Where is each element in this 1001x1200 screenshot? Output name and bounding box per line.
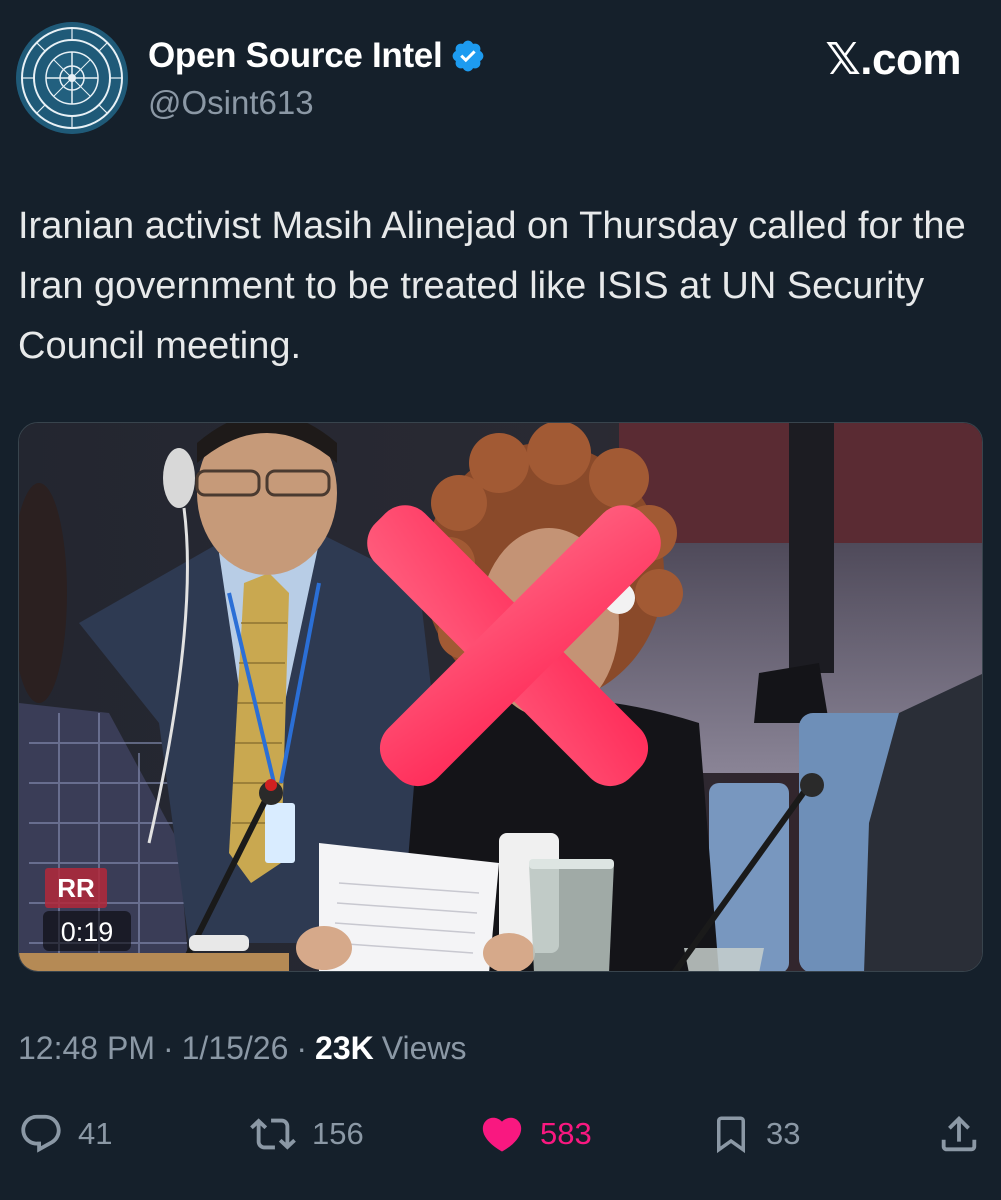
brand-logo: 𝕏.com — [825, 35, 961, 84]
video-duration: 0:19 — [61, 917, 114, 947]
author-avatar[interactable] — [16, 22, 128, 134]
video-thumbnail: RR 0:19 — [19, 423, 982, 971]
post-date[interactable]: 1/15/26 — [182, 1030, 289, 1067]
reply-button[interactable]: 41 — [18, 1106, 112, 1162]
meta-separator: · — [162, 1030, 174, 1066]
like-button[interactable]: 583 — [478, 1106, 592, 1162]
bookmark-button[interactable]: 33 — [710, 1106, 800, 1162]
heart-icon — [482, 1117, 522, 1152]
osint-logo-icon — [16, 22, 128, 134]
like-count: 583 — [540, 1116, 592, 1151]
repost-count: 156 — [312, 1116, 364, 1151]
author-name-row[interactable]: Open Source Intel — [148, 36, 486, 76]
repost-button[interactable]: 156 — [248, 1106, 364, 1162]
meta-separator: · — [296, 1030, 308, 1066]
reply-icon — [21, 1114, 61, 1153]
bookmark-icon — [717, 1116, 745, 1154]
post-video[interactable]: RR 0:19 — [18, 422, 983, 972]
author-display-name[interactable]: Open Source Intel — [148, 36, 443, 76]
post-time[interactable]: 12:48 PM — [18, 1030, 155, 1067]
video-watermark: RR — [45, 868, 107, 908]
watermark-text: RR — [57, 873, 95, 903]
author-handle[interactable]: @Osint613 — [148, 84, 314, 122]
bookmark-count: 33 — [766, 1116, 801, 1151]
post-text: Iranian activist Masih Alinejad on Thurs… — [18, 205, 966, 367]
action-bar: 41 156 583 33 — [0, 1106, 1001, 1162]
share-icon — [941, 1115, 977, 1152]
post-meta: 12:48 PM · 1/15/26 · 23K Views — [18, 1030, 467, 1067]
views-count: 23K — [315, 1030, 374, 1066]
share-button[interactable] — [936, 1106, 982, 1162]
repost-icon — [250, 1118, 296, 1150]
verified-badge-icon — [453, 40, 484, 72]
views-label: Views — [381, 1030, 467, 1066]
reply-count: 41 — [78, 1116, 113, 1151]
